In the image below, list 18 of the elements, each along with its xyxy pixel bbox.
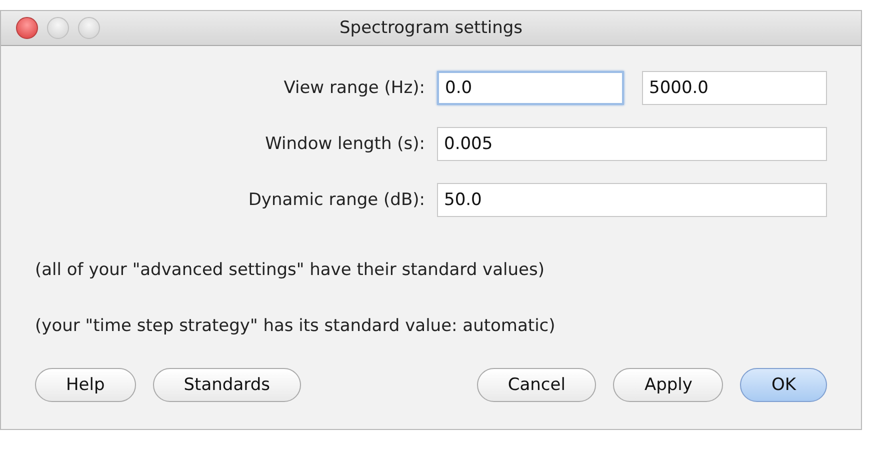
zoom-button[interactable] [78,17,100,39]
info-text: (all of your "advanced settings" have their standard values) [35,259,546,282]
minimize-button[interactable] [47,17,69,39]
ok-button[interactable]: OK [740,368,827,402]
field-label: View range (Hz): [282,78,426,98]
dialog-button[interactable]: Help [35,368,136,402]
window-title: Spectrogram settings [339,18,523,38]
dialog-button[interactable]: Apply [613,368,724,402]
input-field[interactable]: 5000.0 [642,71,827,105]
dialog-button[interactable]: Standards [152,368,301,402]
input-field[interactable]: 0.0 [437,71,624,105]
close-button[interactable] [16,17,38,39]
dialog-button[interactable]: Cancel [476,368,596,402]
field-label: Dynamic range (dB): [247,190,426,210]
field-label: Window length (s): [264,134,426,154]
info-text: (your "time step strategy" has its standard value: automatic) [35,315,556,338]
input-field[interactable]: 0.005 [437,127,827,161]
input-field[interactable]: 50.0 [437,183,827,217]
